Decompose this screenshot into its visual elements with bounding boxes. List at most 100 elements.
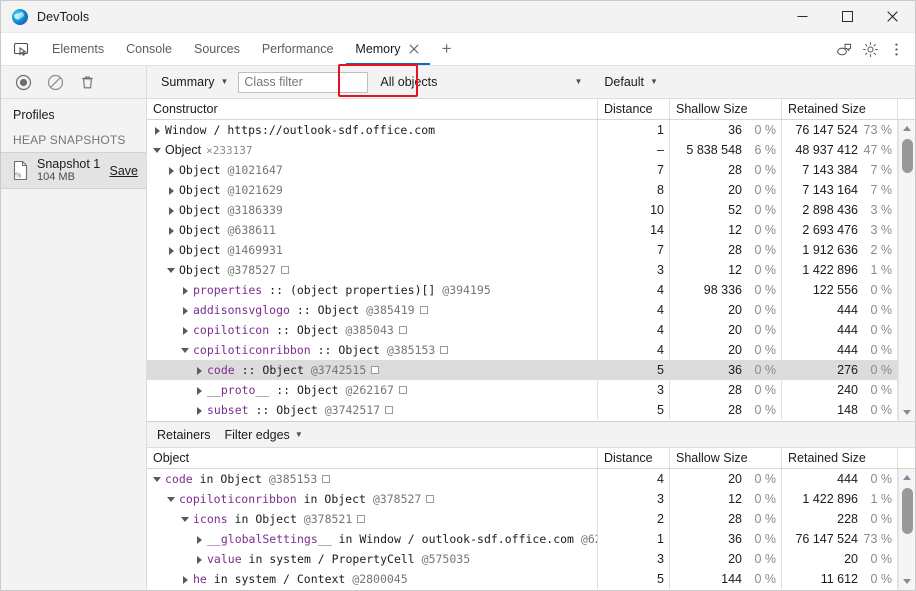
table-row[interactable]: copiloticon :: Object @3850434200 %4440 … xyxy=(147,320,915,340)
retainers-scroll-track[interactable] xyxy=(899,486,916,573)
view-select[interactable]: Summary ▼ xyxy=(155,71,234,93)
retainers-scroll-thumb[interactable] xyxy=(902,488,913,534)
tab-elements[interactable]: Elements xyxy=(41,33,115,65)
table-row[interactable]: icons in Object @3785212280 %2280 % xyxy=(147,509,915,529)
scroll-up-arrow-icon[interactable] xyxy=(899,469,916,486)
inspect-element-icon[interactable] xyxy=(1,33,41,65)
add-panel-button[interactable]: + xyxy=(432,33,462,65)
summary-header-scroll-pad xyxy=(898,99,915,119)
column-header-object[interactable]: Object xyxy=(147,448,598,468)
table-row[interactable]: Window / https://outlook-sdf.office.com1… xyxy=(147,120,915,140)
objects-select[interactable]: All objects ▼ xyxy=(380,71,588,93)
scroll-up-arrow-icon[interactable] xyxy=(899,120,916,137)
table-row[interactable]: subset :: Object @37425175280 %1480 % xyxy=(147,400,915,420)
column-header-retainer-shallow-size[interactable]: Shallow Size xyxy=(670,448,782,468)
tab-memory[interactable]: Memory xyxy=(344,33,431,65)
memory-content: Constructor Distance Shallow Size Retain… xyxy=(147,99,915,590)
table-row[interactable]: Object @10216477280 %7 143 3847 % xyxy=(147,160,915,180)
table-row[interactable]: addisonsvglogo :: Object @3854194200 %44… xyxy=(147,300,915,320)
tree-collapsed-icon[interactable] xyxy=(181,575,190,584)
tree-collapsed-icon[interactable] xyxy=(167,246,176,255)
minimize-button[interactable] xyxy=(780,1,825,33)
column-header-shallow-size[interactable]: Shallow Size xyxy=(670,99,782,119)
tab-performance[interactable]: Performance xyxy=(251,33,345,65)
filter-edges-dropdown[interactable]: Filter edges ▼ xyxy=(225,428,303,442)
more-options-icon[interactable] xyxy=(884,37,908,61)
distance: – xyxy=(598,140,670,160)
tree-collapsed-icon[interactable] xyxy=(195,555,204,564)
trash-icon[interactable] xyxy=(75,70,99,94)
tree-collapsed-icon[interactable] xyxy=(181,306,190,315)
table-row[interactable]: copiloticonribbon :: Object @3851534200 … xyxy=(147,340,915,360)
table-row[interactable]: he in system / Context @280004551440 %11… xyxy=(147,569,915,589)
record-heap-snapshot-icon[interactable] xyxy=(11,70,35,94)
table-row[interactable]: code in Object @3851534200 %4440 % xyxy=(147,469,915,489)
table-row[interactable]: __globalSettings__ in Window / outlook-s… xyxy=(147,529,915,549)
tree-collapsed-icon[interactable] xyxy=(195,406,204,415)
tab-console[interactable]: Console xyxy=(115,33,183,65)
retained-size: 1480 % xyxy=(782,400,898,420)
tab-sources[interactable]: Sources xyxy=(183,33,251,65)
tree-expanded-icon[interactable] xyxy=(153,475,162,484)
tree-expanded-icon[interactable] xyxy=(181,346,190,355)
tree-expanded-icon[interactable] xyxy=(181,515,190,524)
summary-scrollbar[interactable] xyxy=(898,120,915,421)
tree-collapsed-icon[interactable] xyxy=(181,286,190,295)
tree-collapsed-icon[interactable] xyxy=(167,206,176,215)
column-header-retainer-retained-size[interactable]: Retained Size xyxy=(782,448,898,468)
shallow-size-value: 20 xyxy=(728,343,742,357)
tree-collapsed-icon[interactable] xyxy=(167,226,176,235)
table-row[interactable]: Object @63861114120 %2 693 4763 % xyxy=(147,220,915,240)
table-row[interactable]: Object @10216298200 %7 143 1647 % xyxy=(147,180,915,200)
tree-collapsed-icon[interactable] xyxy=(195,535,204,544)
retained-size-percent: 1 % xyxy=(858,492,892,506)
summary-scroll-track[interactable] xyxy=(899,137,916,404)
retained-size-value: 48 937 412 xyxy=(795,143,858,157)
tree-collapsed-icon[interactable] xyxy=(195,366,204,375)
property-separator: :: xyxy=(290,303,318,317)
distance-value: 5 xyxy=(657,572,664,586)
tree-collapsed-icon[interactable] xyxy=(153,126,162,135)
distance: 7 xyxy=(598,240,670,260)
table-row[interactable]: value in system / PropertyCell @57503532… xyxy=(147,549,915,569)
retained-size-value: 76 147 524 xyxy=(795,123,858,137)
close-icon[interactable] xyxy=(408,43,421,56)
column-header-retained-size[interactable]: Retained Size xyxy=(782,99,898,119)
table-row[interactable]: code :: Object @37425155360 %2760 % xyxy=(147,360,915,380)
table-row[interactable]: Object×233137–5 838 5486 %48 937 41247 % xyxy=(147,140,915,160)
table-row[interactable]: copiloticonribbon in Object @3785273120 … xyxy=(147,489,915,509)
save-snapshot-link[interactable]: Save xyxy=(110,164,139,178)
feedback-icon[interactable] xyxy=(832,37,856,61)
gear-icon[interactable] xyxy=(858,37,882,61)
retainers-scrollbar[interactable] xyxy=(898,469,915,590)
tree-collapsed-icon[interactable] xyxy=(167,186,176,195)
table-row[interactable]: Object @3785273120 %1 422 8961 % xyxy=(147,260,915,280)
maximize-button[interactable] xyxy=(825,1,870,33)
column-header-distance[interactable]: Distance xyxy=(598,99,670,119)
table-row[interactable]: Object @14699317280 %1 912 6362 % xyxy=(147,240,915,260)
summary-scroll-thumb[interactable] xyxy=(902,139,913,173)
tree-collapsed-icon[interactable] xyxy=(181,326,190,335)
table-row[interactable]: __proto__ :: Object @2621673280 %2400 % xyxy=(147,380,915,400)
retainer-property: he xyxy=(193,572,207,586)
tree-expanded-icon[interactable] xyxy=(167,495,176,504)
chevron-down-icon: ▼ xyxy=(295,431,303,439)
constructor-cell: Window / https://outlook-sdf.office.com xyxy=(147,120,598,140)
constructor-cell: copiloticon :: Object @385043 xyxy=(147,320,598,340)
column-header-retainer-distance[interactable]: Distance xyxy=(598,448,670,468)
close-button[interactable] xyxy=(870,1,915,33)
scroll-down-arrow-icon[interactable] xyxy=(899,573,916,590)
stop-icon[interactable] xyxy=(43,70,67,94)
table-row[interactable]: properties :: (object properties)[] @394… xyxy=(147,280,915,300)
shallow-size-value: 36 xyxy=(728,123,742,137)
tree-expanded-icon[interactable] xyxy=(167,266,176,275)
tree-expanded-icon[interactable] xyxy=(153,146,162,155)
tree-collapsed-icon[interactable] xyxy=(195,386,204,395)
class-filter-input[interactable] xyxy=(238,72,368,93)
default-select[interactable]: Default ▼ xyxy=(598,71,664,93)
tree-collapsed-icon[interactable] xyxy=(167,166,176,175)
table-row[interactable]: Object @318633910520 %2 898 4363 % xyxy=(147,200,915,220)
column-header-constructor[interactable]: Constructor xyxy=(147,99,598,119)
sidebar-item-snapshot-1[interactable]: % Snapshot 1 104 MB Save xyxy=(1,152,146,189)
scroll-down-arrow-icon[interactable] xyxy=(899,404,916,421)
